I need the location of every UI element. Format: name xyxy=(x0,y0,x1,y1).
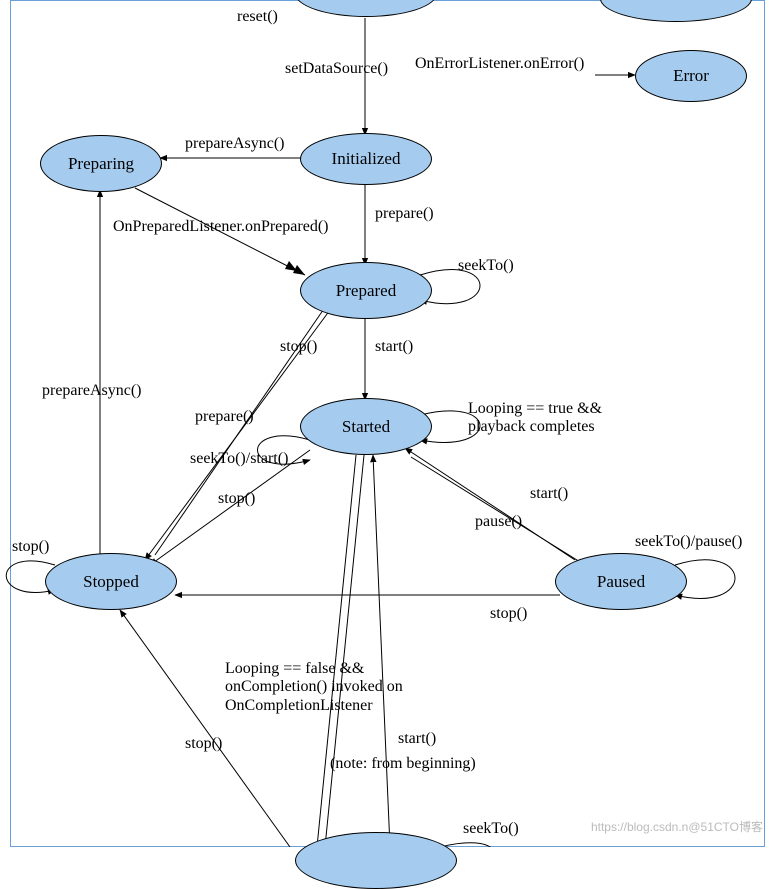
edge-prepareasync-left: prepareAsync() xyxy=(42,382,142,400)
state-initialized: Initialized xyxy=(300,133,432,185)
state-completed xyxy=(295,832,457,889)
watermark: https://blog.csdn.n@51CTO博客 xyxy=(591,818,763,835)
edge-setdatasource: setDataSource() xyxy=(285,60,388,78)
edge-prepareasync-top: prepareAsync() xyxy=(185,135,285,153)
edge-pause: pause() xyxy=(475,513,522,531)
state-preparing: Preparing xyxy=(40,135,162,192)
state-paused: Paused xyxy=(555,553,687,610)
edge-stop-completed: stop() xyxy=(185,735,222,753)
state-prepared: Prepared xyxy=(300,262,432,319)
state-started-label: Started xyxy=(342,417,390,437)
edge-prepare: prepare() xyxy=(375,205,434,223)
edge-seekto-start: seekTo()/start() xyxy=(190,450,288,468)
edge-stop-paused: stop() xyxy=(490,605,527,623)
edge-seekto-prepared: seekTo() xyxy=(458,257,514,275)
edge-onerror: OnErrorListener.onError() xyxy=(415,55,584,73)
edge-seekto-completed: seekTo() xyxy=(463,820,519,838)
edge-looping-false: Looping == false && onCompletion() invok… xyxy=(225,660,425,715)
state-started: Started xyxy=(300,398,432,455)
edge-stop-prepared: stop() xyxy=(280,338,317,356)
state-paused-label: Paused xyxy=(597,572,645,592)
edge-start-prepared: start() xyxy=(375,338,413,356)
state-prepared-label: Prepared xyxy=(336,281,396,301)
edge-prepare-left: prepare() xyxy=(195,408,254,426)
edge-stop-started: stop() xyxy=(218,490,255,508)
state-stopped-label: Stopped xyxy=(83,572,139,592)
edge-start-paused: start() xyxy=(530,485,568,503)
edge-start-completed: start() xyxy=(398,730,436,748)
state-preparing-label: Preparing xyxy=(68,154,134,174)
edge-onprepared: OnPreparedListener.onPrepared() xyxy=(113,218,328,236)
state-error: Error xyxy=(635,50,747,102)
state-stopped: Stopped xyxy=(45,553,177,610)
edge-looping-true: Looping == true && playback completes xyxy=(468,400,638,437)
state-initialized-label: Initialized xyxy=(332,149,401,169)
edge-note-beginning: (note: from beginning) xyxy=(330,755,476,773)
edge-stop-self: stop() xyxy=(12,538,49,556)
edge-reset: reset() xyxy=(237,8,278,26)
edge-seekto-pause: seekTo()/pause() xyxy=(635,533,742,551)
state-error-label: Error xyxy=(673,66,709,86)
